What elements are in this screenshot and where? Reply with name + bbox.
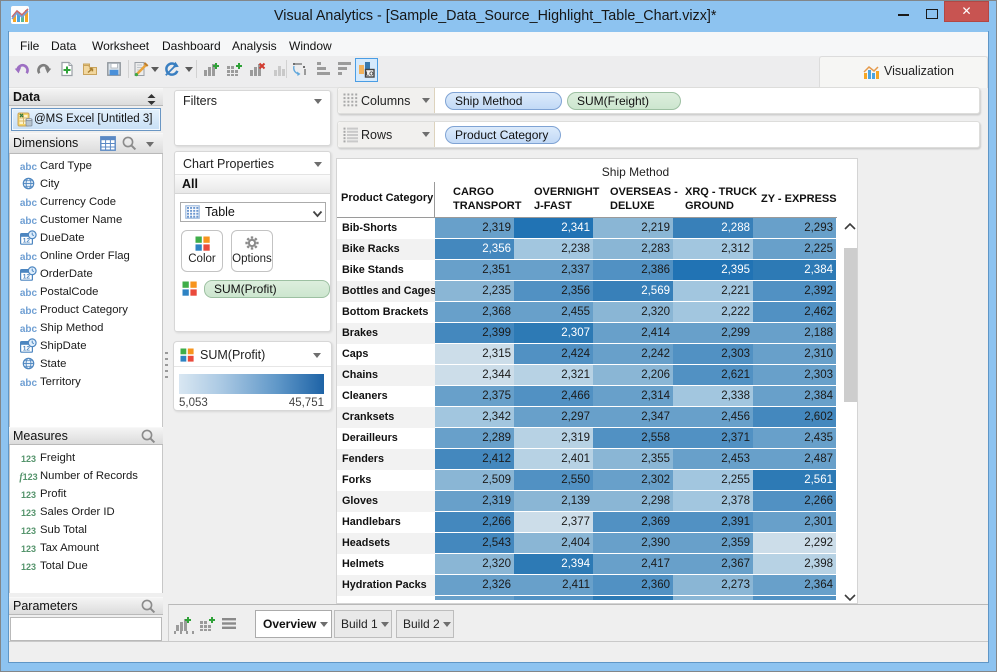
svg-text:LO: LO xyxy=(366,72,374,78)
svg-text:12: 12 xyxy=(23,273,31,280)
svg-text:12: 12 xyxy=(23,237,31,244)
svg-text:12: 12 xyxy=(23,345,31,352)
